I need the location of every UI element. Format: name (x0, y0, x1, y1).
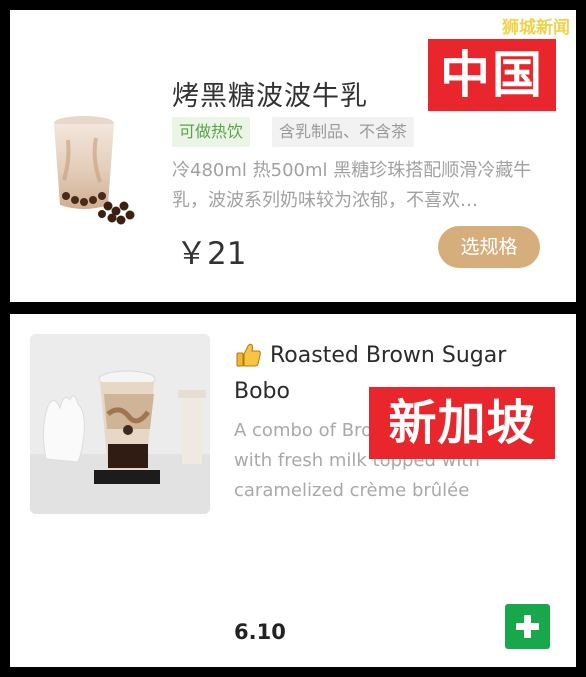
hot-drink-tag: 可做热饮 (172, 117, 251, 147)
region-label-singapore: 新加坡 (369, 387, 555, 459)
product-title: 烤黑糖波波牛乳 (172, 81, 368, 112)
select-options-button[interactable]: 选规格 (438, 226, 540, 268)
watermark-text: 狮城新闻 (502, 18, 570, 38)
bubble-tea-cup-icon (54, 116, 135, 225)
product-price: ￥21 (176, 236, 247, 272)
add-to-cart-button[interactable] (505, 604, 550, 649)
region-label-china: 中国 (428, 39, 556, 111)
china-product-card: 狮城新闻 烤黑糖波波牛乳 可做热饮 含乳制品、不含茶 冷480ml 热500ml… (10, 10, 576, 302)
product-description: 冷480ml 热500ml 黑糖珍珠搭配顺滑冷藏牛乳，波波系列奶味较为浓郁，不喜… (172, 160, 532, 211)
product-price: 6.10 (234, 620, 286, 644)
singapore-product-card: Roasted Brown Sugar Bobo A combo of Brow… (10, 314, 576, 667)
dairy-tag: 含乳制品、不含茶 (272, 117, 415, 147)
bubble-tea-photo-icon (30, 334, 210, 514)
product-photo (30, 334, 210, 514)
